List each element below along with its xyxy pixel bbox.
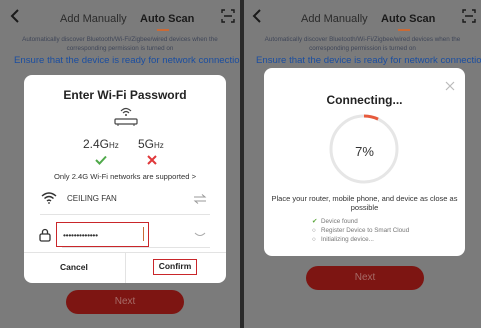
band-24ghz: 2.4GHz xyxy=(83,137,119,151)
scan-description: Automatically discover Bluetooth/Wi-Fi/Z… xyxy=(22,36,218,52)
tab-auto-scan[interactable]: Auto Scan xyxy=(140,13,194,25)
step-device-found: ✔ Device found xyxy=(312,218,409,227)
password-input[interactable]: ••••••••••••• xyxy=(56,222,149,247)
check-icon: ✔ xyxy=(312,218,318,225)
connecting-title: Connecting... xyxy=(326,93,403,107)
text-cursor xyxy=(143,227,144,241)
step-label: Initializing device... xyxy=(321,236,374,243)
ensure-ready-link[interactable]: Ensure that the device is ready for netw… xyxy=(14,55,240,66)
left-screen: Add Manually Auto Scan Automatically dis… xyxy=(0,0,240,328)
top-header: Add Manually Auto Scan xyxy=(0,0,240,34)
next-button[interactable]: Next xyxy=(306,266,424,290)
placement-instruction: Place your router, mobile phone, and dev… xyxy=(271,194,458,212)
step-register-cloud: ○ Register Device to Smart Cloud xyxy=(312,227,409,236)
active-tab-indicator xyxy=(398,29,410,31)
eye-closed-icon[interactable] xyxy=(194,232,206,238)
pending-dot-icon: ○ xyxy=(312,227,316,234)
progress-percent: 7% xyxy=(355,144,374,159)
confirm-button[interactable]: Confirm xyxy=(153,259,197,275)
pending-dot-icon: ○ xyxy=(312,236,316,243)
band-24-value: 2.4G xyxy=(83,137,110,151)
tab-add-manually[interactable]: Add Manually xyxy=(301,13,368,25)
scan-description: Automatically discover Bluetooth/Wi-Fi/Z… xyxy=(264,36,461,52)
band-5-unit: Hz xyxy=(154,141,164,150)
next-button[interactable]: Next xyxy=(66,290,184,314)
connecting-dialog: Connecting... 7% Place your router, mobi… xyxy=(264,68,465,256)
step-initializing: ○ Initializing device... xyxy=(312,236,409,245)
band-5-value: 5G xyxy=(138,137,155,151)
step-label: Device found xyxy=(321,218,358,225)
active-tab-indicator xyxy=(157,29,169,31)
step-label: Register Device to Smart Cloud xyxy=(321,227,410,234)
router-icon xyxy=(114,107,138,126)
wifi-password-dialog: Enter Wi-Fi Password 2.4GHz 5GHz Only 2.… xyxy=(24,75,226,283)
close-icon[interactable] xyxy=(445,81,455,91)
back-arrow-icon[interactable] xyxy=(250,7,264,25)
scan-icon[interactable] xyxy=(221,9,235,23)
cross-icon xyxy=(147,155,157,165)
password-value: ••••••••••••• xyxy=(63,230,98,240)
chevron-right-icon: > xyxy=(191,172,197,181)
buttons-vertical-divider xyxy=(125,252,126,283)
scan-icon[interactable] xyxy=(462,9,476,23)
lock-icon xyxy=(39,228,51,242)
ssid-divider xyxy=(40,214,210,215)
supported-networks-note[interactable]: Only 2.4G Wi-Fi networks are supported > xyxy=(24,172,226,181)
back-arrow-icon[interactable] xyxy=(8,7,22,25)
dialog-title: Enter Wi-Fi Password xyxy=(63,88,187,102)
wifi-icon xyxy=(41,192,57,204)
supported-networks-text: Only 2.4G Wi-Fi networks are supported xyxy=(53,172,190,181)
password-underline xyxy=(62,247,210,248)
cancel-button[interactable]: Cancel xyxy=(60,262,88,272)
tab-add-manually[interactable]: Add Manually xyxy=(60,13,127,25)
tab-auto-scan[interactable]: Auto Scan xyxy=(381,13,435,25)
switch-network-icon[interactable] xyxy=(193,194,207,204)
band-24-unit: Hz xyxy=(109,141,119,150)
right-screen: Add Manually Auto Scan Automatically dis… xyxy=(244,0,481,328)
screenshot-root: Add Manually Auto Scan Automatically dis… xyxy=(0,0,481,328)
check-icon xyxy=(95,155,107,165)
band-5ghz: 5GHz xyxy=(138,137,164,151)
top-header: Add Manually Auto Scan xyxy=(244,0,481,34)
connection-steps: ✔ Device found ○ Register Device to Smart … xyxy=(312,218,409,245)
wifi-ssid: CEILING FAN xyxy=(67,194,117,203)
ensure-ready-link[interactable]: Ensure that the device is ready for netw… xyxy=(256,55,481,66)
